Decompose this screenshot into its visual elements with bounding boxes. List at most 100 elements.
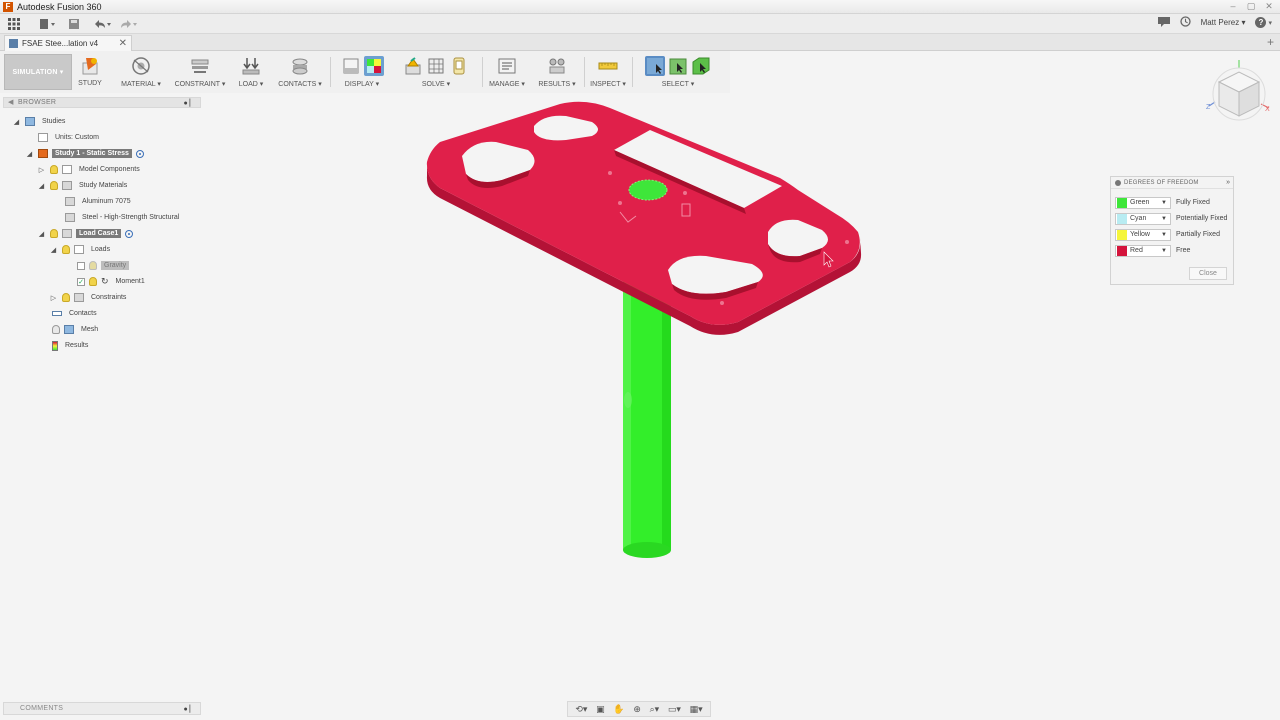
visibility-bulb-icon[interactable]	[52, 325, 60, 334]
collapse-dot-icon[interactable]	[1115, 179, 1121, 186]
tree-node-steel[interactable]: Steel - High-Strength Structural	[65, 211, 182, 224]
display-settings-icon[interactable]: ▭▾	[668, 704, 681, 715]
results-group[interactable]: RESULTS ▾	[536, 54, 578, 90]
tree-node-studies[interactable]: ◢ Studies	[12, 115, 68, 128]
data-panel-grid-icon[interactable]	[6, 16, 22, 32]
close-window-icon[interactable]: ✕	[1262, 0, 1276, 12]
collapse-triangle-icon[interactable]: ◢	[49, 246, 58, 254]
dof-color-dropdown[interactable]: Red ▼	[1115, 244, 1171, 257]
tree-node-units[interactable]: Units: Custom	[38, 131, 102, 144]
study-group[interactable]: STUDY	[76, 54, 104, 90]
fit-zoom-icon[interactable]: ⌕▾	[650, 704, 660, 715]
dof-panel-header[interactable]: DEGREES OF FREEDOM »	[1111, 177, 1233, 189]
manage-group[interactable]: MANAGE ▾	[486, 54, 528, 90]
tree-node-aluminum[interactable]: Aluminum 7075	[65, 195, 134, 208]
dof-color-dropdown[interactable]: Yellow ▼	[1115, 228, 1171, 241]
expand-arrows-icon[interactable]: »	[1226, 179, 1233, 186]
tree-label: Aluminum 7075	[82, 198, 131, 205]
activate-target-icon[interactable]	[125, 229, 134, 238]
pan-hand-icon[interactable]: ✋	[613, 704, 624, 715]
inspect-group[interactable]: INSPECT ▾	[588, 54, 628, 90]
new-tab-icon[interactable]: +	[1267, 35, 1274, 49]
window-select-icon	[668, 56, 688, 76]
color-name: Yellow	[1130, 231, 1150, 238]
look-at-icon[interactable]: ▣	[596, 704, 605, 715]
visibility-bulb-icon[interactable]	[50, 229, 58, 238]
select-label: SELECT ▾	[661, 81, 695, 88]
activate-target-icon[interactable]	[135, 149, 144, 158]
minimize-icon[interactable]: –	[1226, 0, 1240, 12]
tree-node-results[interactable]: Results	[52, 339, 91, 352]
mouse-cursor-icon	[823, 251, 834, 268]
tree-node-study-1[interactable]: ◢ Study 1 - Static Stress	[25, 147, 144, 160]
grid-settings-icon[interactable]: ▦▾	[690, 704, 703, 715]
collapse-triangle-icon[interactable]: ◢	[12, 118, 21, 126]
orbit-icon[interactable]: ⟲▾	[575, 704, 587, 715]
dof-color-dropdown[interactable]: Cyan ▼	[1115, 212, 1171, 225]
generate-mesh-icon	[426, 56, 446, 76]
history-clock-icon[interactable]	[1179, 16, 1191, 29]
visibility-bulb-icon[interactable]	[89, 261, 97, 270]
tree-node-constraints[interactable]: ▷ Constraints	[49, 291, 129, 304]
constraint-group[interactable]: CONSTRAINT ▾	[174, 54, 226, 90]
dof-close-button[interactable]: Close	[1189, 267, 1227, 280]
tree-node-loads[interactable]: ◢ Loads	[49, 243, 113, 256]
dof-description: Free	[1176, 247, 1191, 254]
redo-icon[interactable]	[120, 16, 138, 32]
tree-node-load-case[interactable]: ◢ Load Case1	[37, 227, 134, 240]
tree-node-study-materials[interactable]: ◢ Study Materials	[37, 179, 130, 192]
comments-panel[interactable]: COMMENTS ● ▏	[3, 702, 201, 715]
visibility-bulb-icon[interactable]	[50, 165, 58, 174]
document-icon	[9, 39, 18, 48]
display-group[interactable]: DISPLAY ▾	[336, 54, 388, 90]
steel-tube-model[interactable]	[623, 270, 671, 558]
collapse-triangle-icon[interactable]: ◢	[25, 150, 34, 158]
select-group[interactable]: SELECT ▾	[636, 54, 720, 90]
contacts-group[interactable]: CONTACTS ▾	[276, 54, 324, 90]
tree-node-contacts[interactable]: Contacts	[52, 307, 100, 320]
collapse-arrow-icon[interactable]: ◀	[8, 98, 13, 106]
dof-color-dropdown[interactable]: Green ▼	[1115, 196, 1171, 209]
material-group[interactable]: MATERIAL ▾	[118, 54, 164, 90]
undo-icon[interactable]	[94, 16, 112, 32]
aluminum-plate-model[interactable]	[426, 101, 862, 335]
load-arrow-icon	[241, 56, 261, 76]
zoom-icon[interactable]: ⊕	[633, 704, 641, 715]
pin-icon[interactable]: ● ▏	[183, 99, 195, 107]
viewport-canvas	[426, 101, 862, 558]
workspace-switcher[interactable]: SIMULATION ▾	[4, 54, 72, 90]
moment-rotate-icon: ↻	[101, 276, 109, 286]
solve-group[interactable]: SOLVE ▾	[396, 54, 476, 90]
tree-node-gravity[interactable]: Gravity	[77, 259, 130, 272]
browser-panel-header[interactable]: ◀ BROWSER ● ▏	[3, 97, 201, 108]
material-icon	[65, 213, 75, 222]
gravity-checkbox[interactable]	[77, 261, 85, 270]
collapse-triangle-icon[interactable]: ◢	[37, 230, 46, 238]
viewcube[interactable]: Z X	[1203, 58, 1275, 124]
visibility-bulb-icon[interactable]	[89, 277, 97, 286]
maximize-icon[interactable]: ▢	[1244, 0, 1258, 12]
moment-checkbox[interactable]: ✓	[77, 277, 85, 286]
help-icon[interactable]: ? ▾	[1255, 17, 1272, 28]
dof-row-yellow: Yellow ▼ Partially Fixed	[1115, 228, 1220, 241]
load-group[interactable]: LOAD ▾	[236, 54, 266, 90]
freeform-select-icon	[691, 56, 711, 76]
file-menu-icon[interactable]	[40, 16, 56, 32]
visibility-bulb-icon[interactable]	[62, 245, 70, 254]
user-account-menu[interactable]: Matt Perez ▾	[1201, 18, 1246, 27]
comments-pin-icon[interactable]: ● ▏	[183, 705, 195, 713]
tree-node-model-components[interactable]: ▷ Model Components	[37, 163, 143, 176]
save-icon[interactable]	[66, 16, 82, 32]
document-tab[interactable]: FSAE Stee...lation v4 ✕	[4, 35, 132, 51]
tree-node-moment[interactable]: ✓ ↻ Moment1	[77, 275, 148, 288]
visibility-bulb-icon[interactable]	[50, 181, 58, 190]
visibility-bulb-icon[interactable]	[62, 293, 70, 302]
expand-triangle-icon[interactable]: ▷	[37, 166, 46, 174]
tree-node-mesh[interactable]: Mesh	[52, 323, 101, 336]
manage-settings-icon	[497, 56, 517, 76]
close-tab-icon[interactable]: ✕	[119, 38, 131, 49]
tree-label: Units: Custom	[55, 134, 99, 141]
job-status-icon[interactable]	[1157, 16, 1170, 29]
expand-triangle-icon[interactable]: ▷	[49, 294, 58, 302]
collapse-triangle-icon[interactable]: ◢	[37, 182, 46, 190]
